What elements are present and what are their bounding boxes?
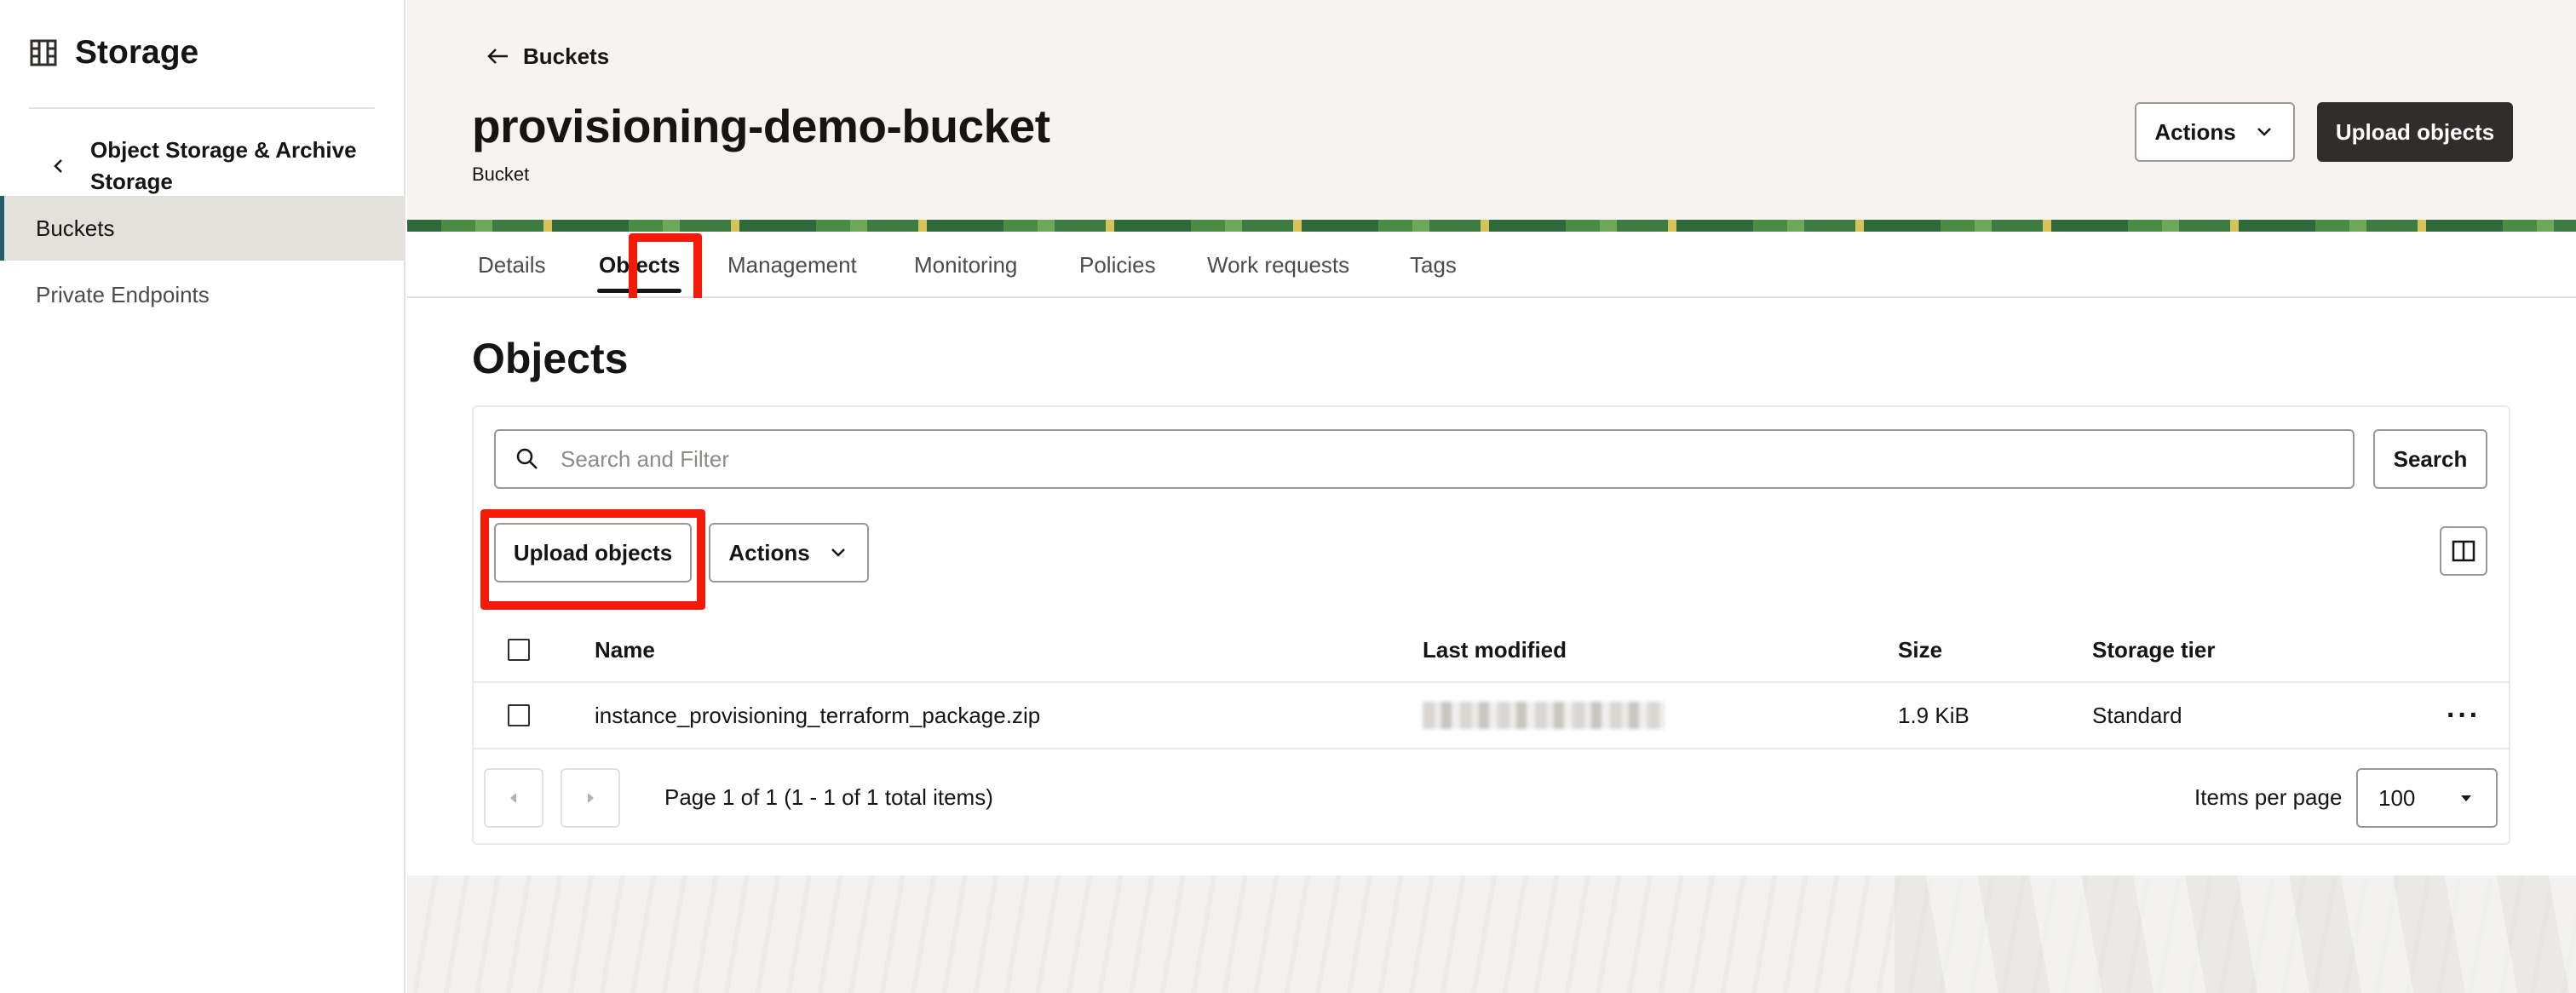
arrow-left-icon (484, 43, 511, 70)
object-storage-tier: Standard (2092, 702, 2182, 728)
items-per-page-label: Items per page (2194, 783, 2343, 810)
tab-monitoring[interactable]: Monitoring (914, 232, 1017, 298)
items-per-page-select[interactable]: 100 (2356, 768, 2498, 828)
storage-grid-icon (29, 38, 58, 67)
select-all-cell (508, 618, 530, 681)
row-checkbox[interactable] (508, 704, 530, 726)
actions-button[interactable]: Actions (709, 523, 869, 583)
column-header-name[interactable]: Name (595, 618, 655, 681)
sidebar-item-private-endpoints[interactable]: Private Endpoints (0, 262, 405, 327)
sidebar-title: Storage (75, 34, 199, 71)
column-header-size[interactable]: Size (1898, 618, 1942, 681)
objects-section: Objects Search Upload objects Actions (407, 298, 2576, 875)
sidebar-back-link[interactable]: Object Storage & Archive Storage (44, 135, 368, 198)
caret-down-icon (2458, 790, 2474, 806)
search-input[interactable] (561, 445, 2264, 473)
object-name[interactable]: instance_provisioning_terraform_package.… (595, 683, 1040, 748)
tab-details[interactable]: Details (478, 232, 545, 298)
split-panel-icon (2451, 538, 2476, 564)
background-pattern-overlay (1895, 875, 2576, 993)
tab-bar: Details Objects Management Monitoring Po… (407, 232, 2576, 298)
next-page-button[interactable] (561, 768, 620, 828)
table-header: Name Last modified Size Storage tier (474, 618, 2509, 683)
sidebar-divider (29, 107, 375, 109)
object-last-modified (1423, 683, 1665, 748)
pagination-text: Page 1 of 1 (1 - 1 of 1 total items) (664, 783, 993, 810)
caret-left-icon (506, 790, 521, 806)
row-actions-menu-icon[interactable]: ··· (2447, 683, 2481, 748)
row-select-cell (508, 683, 530, 748)
header-banner (407, 220, 2576, 232)
pagination: Page 1 of 1 (1 - 1 of 1 total items) Ite… (474, 749, 2509, 845)
caret-right-icon (583, 790, 598, 806)
search-field[interactable] (494, 429, 2355, 489)
column-settings-button[interactable] (2440, 526, 2487, 576)
tab-work-requests[interactable]: Work requests (1207, 232, 1349, 298)
main-area: Buckets provisioning-demo-bucket Bucket … (407, 0, 2576, 993)
search-icon (515, 446, 540, 472)
table-row: instance_provisioning_terraform_package.… (474, 683, 2509, 749)
objects-panel: Search Upload objects Actions Name Las (472, 405, 2510, 845)
search-button[interactable]: Search (2373, 429, 2487, 489)
page-subtitle: Bucket (472, 164, 530, 185)
items-per-page-value: 100 (2378, 784, 2416, 811)
header-actions-label: Actions (2154, 118, 2236, 145)
previous-page-button[interactable] (484, 768, 543, 828)
header-actions-button[interactable]: Actions (2135, 102, 2295, 162)
sidebar-header: Storage (29, 34, 198, 72)
tab-management[interactable]: Management (727, 232, 857, 298)
chevron-down-icon (2253, 121, 2275, 143)
breadcrumb[interactable]: Buckets (484, 43, 609, 70)
header-upload-objects-button[interactable]: Upload objects (2317, 102, 2513, 162)
object-size: 1.9 KiB (1898, 702, 1969, 728)
upload-button-highlight (480, 509, 705, 610)
column-header-storage-tier[interactable]: Storage tier (2092, 618, 2216, 681)
breadcrumb-label: Buckets (523, 43, 610, 69)
sidebar: Storage Object Storage & Archive Storage… (0, 0, 405, 993)
objects-title: Objects (472, 335, 629, 382)
chevron-down-icon (827, 542, 849, 564)
page-header: Buckets provisioning-demo-bucket Bucket … (407, 0, 2576, 220)
redacted-date (1423, 702, 1665, 729)
actions-label: Actions (728, 539, 810, 565)
sidebar-back-label: Object Storage & Archive Storage (90, 137, 357, 194)
page-title: provisioning-demo-bucket (472, 100, 1050, 152)
tab-policies[interactable]: Policies (1079, 232, 1156, 298)
chevron-left-icon (44, 152, 73, 181)
select-all-checkbox[interactable] (508, 639, 530, 661)
tab-tags[interactable]: Tags (1410, 232, 1457, 298)
column-header-last-modified[interactable]: Last modified (1423, 618, 1567, 681)
sidebar-item-buckets[interactable]: Buckets (0, 196, 405, 261)
